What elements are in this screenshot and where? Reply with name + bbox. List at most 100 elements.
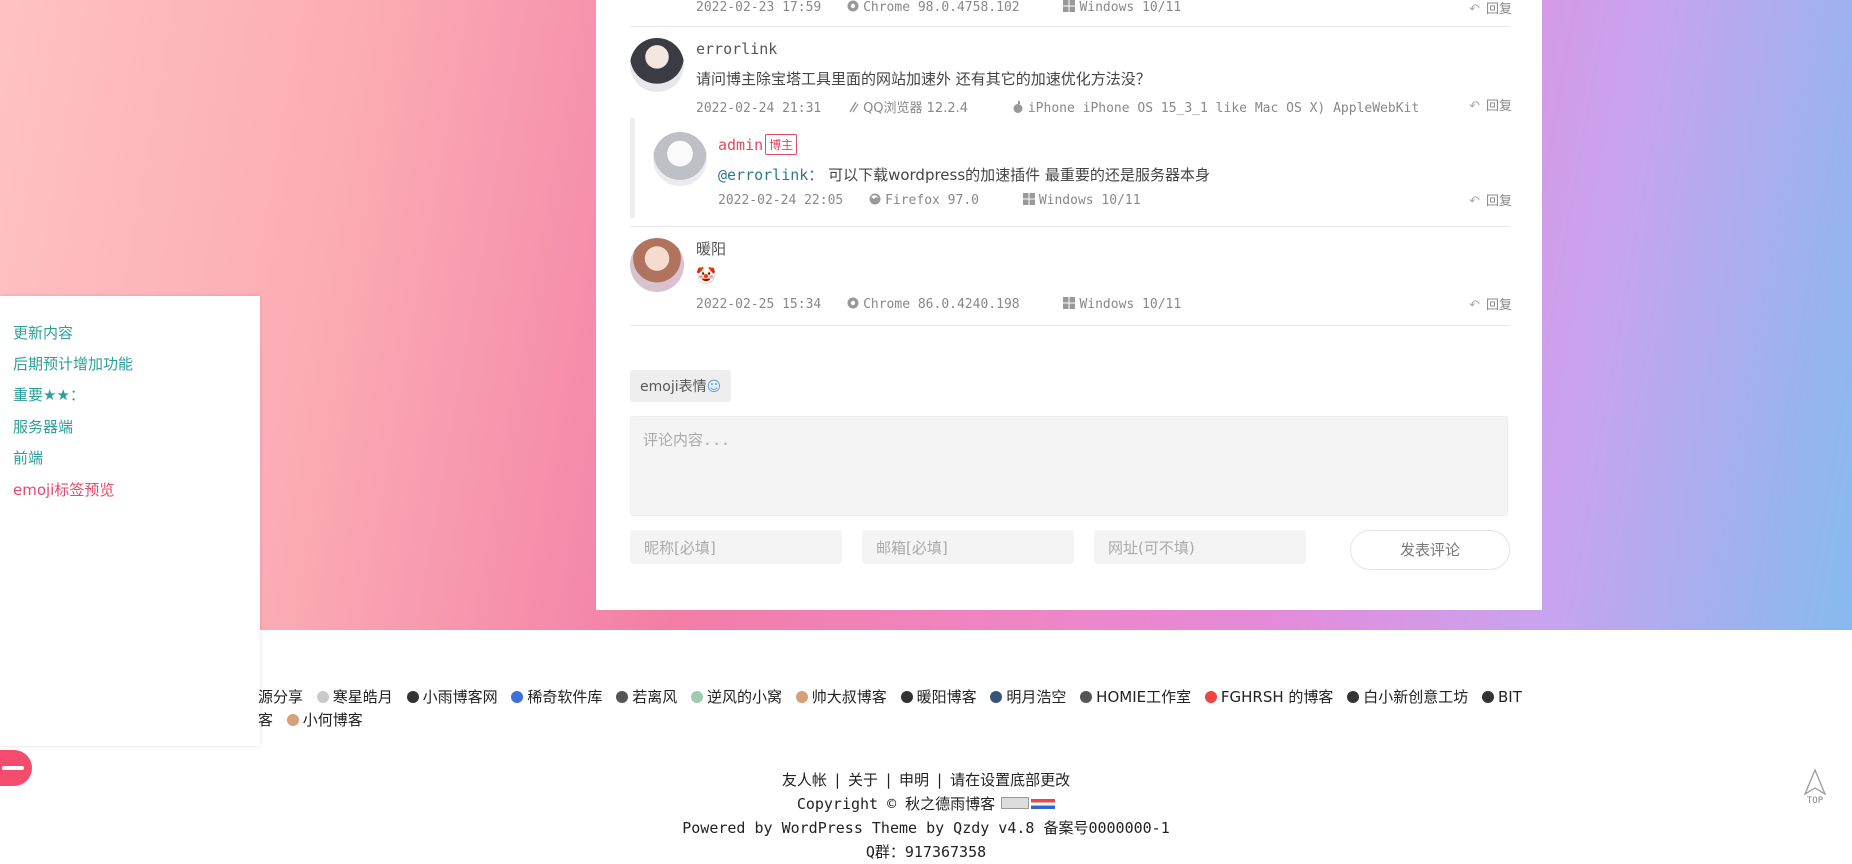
cnzz-badge-icon[interactable] — [1001, 797, 1030, 809]
friend-links-row: 客 小何博客 — [258, 709, 1578, 732]
site-favicon — [1347, 691, 1360, 703]
avatar[interactable] — [653, 132, 707, 186]
site-favicon — [616, 691, 629, 703]
site-footer: 友人帐 | 关于 | 申明 | 请在设置底部更改 Copyright © 秋之德雨博客 Po… — [0, 768, 1852, 864]
site-favicon — [690, 691, 703, 703]
toc-item-active[interactable]: emoji标签预览 — [13, 479, 114, 500]
apple-icon — [1013, 101, 1023, 113]
reply-button[interactable]: ↶ 回复 — [1469, 95, 1512, 114]
site-favicon — [406, 691, 419, 703]
site-favicon — [1482, 691, 1494, 703]
friend-link[interactable]: 逆风的小窝 — [690, 688, 782, 706]
toc-item[interactable]: 重要★★： — [13, 384, 85, 405]
footer-link[interactable]: 友人帐 — [782, 771, 827, 789]
footer-link[interactable]: 请在设置底部更改 — [950, 771, 1070, 789]
reply-button[interactable]: ↶ 回复 — [1469, 190, 1512, 209]
site-favicon — [795, 691, 808, 703]
comment-author[interactable]: 暖阳 — [696, 238, 726, 259]
comment-text: 请问博主除宝塔工具里面的网站加速外 还有其它的加速优化方法没？ — [696, 70, 1151, 88]
comment-os: iPhone iPhone OS 15_3_1 like Mac OS X) A… — [1012, 101, 1437, 116]
mention-link[interactable]: @errorlink： — [718, 166, 823, 184]
friend-link[interactable]: 小雨博客网 — [406, 688, 498, 706]
comment-time: 2022-02-25 15:34 — [696, 297, 822, 312]
reply-button[interactable]: ↶ 回复 — [1469, 0, 1512, 17]
windows-icon — [1022, 193, 1035, 205]
toc-item[interactable]: 服务器端 — [13, 416, 73, 437]
comment-meta: 2022-02-23 17:59 Chrome 98.0.4758.102 Wi… — [696, 0, 1217, 15]
friend-link[interactable]: 帅大叔博客 — [795, 688, 887, 706]
submit-comment-button[interactable]: 发表评论 — [1350, 530, 1510, 570]
comment-author[interactable]: admin 博主 — [718, 134, 798, 155]
comment-text: @errorlink： 可以下载wordpress的加速插件 最重要的还是服务器… — [718, 166, 1210, 184]
friend-links-row: 源分享 寒星皓月 小雨博客网 稀奇软件库 若离风 逆风的小窝 帅大叔博客 暖阳博… — [258, 686, 1578, 709]
avatar[interactable] — [630, 238, 684, 292]
comment-author[interactable]: errorlink — [696, 40, 777, 58]
toc-item[interactable]: 更新内容 — [13, 322, 73, 343]
qq-group: Q群：917367358 — [865, 843, 987, 861]
comment-divider — [630, 26, 1510, 27]
friend-link[interactable]: 稀奇软件库 — [511, 688, 602, 706]
chrome-icon — [847, 297, 859, 309]
top-label: TOP — [1806, 796, 1824, 806]
chrome-icon — [847, 0, 859, 12]
friend-link[interactable]: 明月浩空 — [990, 688, 1066, 706]
comment-time: 2022-02-24 21:31 — [696, 101, 822, 116]
reply-button[interactable]: ↶ 回复 — [1469, 294, 1512, 313]
friend-links: 源分享 寒星皓月 小雨博客网 稀奇软件库 若离风 逆风的小窝 帅大叔博客 暖阳博… — [258, 686, 1578, 732]
comment-meta: 2022-02-24 22:05 Firefox 97.0 Windows 10… — [718, 193, 1177, 208]
reply-thread-bar — [630, 118, 635, 218]
reply-icon: ↶ — [1469, 99, 1480, 114]
friend-link[interactable]: 暖阳博客 — [900, 688, 977, 706]
friend-link[interactable]: 若离风 — [616, 688, 677, 706]
comment-browser: Firefox 97.0 — [869, 193, 997, 208]
qq-browser-icon — [849, 101, 859, 113]
firefox-icon — [869, 193, 881, 205]
comment-os: Windows 10/11 — [1063, 297, 1199, 312]
site-favicon — [1204, 691, 1217, 703]
email-field[interactable]: 邮箱[必填] — [862, 530, 1074, 564]
url-field[interactable]: 网址(可不填) — [1094, 530, 1306, 564]
friend-link[interactable]: HOMIE工作室 — [1080, 688, 1191, 706]
friend-link[interactable]: 客 — [258, 711, 273, 729]
powered-by: Powered by WordPress Theme by Qzdy v4.8 … — [682, 819, 1170, 837]
friend-link[interactable]: 小何博客 — [286, 711, 363, 729]
comment-content-input[interactable]: 评论内容... — [630, 416, 1508, 516]
comment-meta: 2022-02-25 15:34 Chrome 86.0.4240.198 Wi… — [696, 297, 1217, 312]
comment-time: 2022-02-23 17:59 — [696, 0, 822, 15]
footer-link[interactable]: 关于 — [848, 771, 878, 789]
comment-browser: Chrome 86.0.4240.198 — [847, 297, 1038, 312]
site-favicon — [990, 691, 1003, 703]
comment-meta: 2022-02-24 21:31 QQ浏览器 12.2.4 iPhone iPh… — [696, 97, 1455, 116]
windows-icon — [1063, 0, 1076, 12]
comment-emoji: 🤡 — [696, 266, 716, 285]
friend-link[interactable]: 源分享 — [258, 688, 303, 706]
reply-icon: ↶ — [1469, 298, 1480, 313]
avatar[interactable] — [630, 38, 684, 92]
author-badge: 博主 — [765, 134, 798, 155]
windows-icon — [1063, 297, 1076, 309]
smile-icon: ☺ — [706, 379, 722, 395]
copyright: Copyright © 秋之德雨博客 — [0, 792, 1852, 816]
friend-link[interactable]: FGHRSH 的博客 — [1204, 688, 1333, 706]
site-favicon — [900, 691, 913, 703]
back-to-top-button[interactable]: TOP — [1800, 768, 1830, 806]
footer-nav: 友人帐 | 关于 | 申明 | 请在设置底部更改 — [781, 771, 1071, 789]
comment-browser: QQ浏览器 12.2.4 — [847, 101, 986, 116]
toc-item[interactable]: 前端 — [13, 447, 43, 468]
rocket-icon — [1803, 768, 1827, 796]
friend-link[interactable]: BIT — [1482, 688, 1522, 706]
comments-panel: 2022-02-23 17:59 Chrome 98.0.4758.102 Wi… — [596, 0, 1542, 610]
friend-link[interactable]: 白小新创意工坊 — [1347, 688, 1468, 706]
comment-browser: Chrome 98.0.4758.102 — [847, 0, 1038, 15]
toc-item[interactable]: 后期预计增加功能 — [13, 353, 133, 374]
emoji-button[interactable]: emoji表情☺ — [630, 370, 732, 402]
comment-divider — [630, 325, 1510, 326]
site-favicon — [286, 714, 299, 726]
footer-link[interactable]: 申明 — [899, 771, 929, 789]
comment-os: Windows 10/11 — [1063, 0, 1199, 15]
comment-divider — [630, 226, 1510, 227]
reply-icon: ↶ — [1469, 194, 1480, 209]
flag-badge-icon[interactable] — [1031, 799, 1056, 809]
friend-link[interactable]: 寒星皓月 — [316, 688, 393, 706]
nickname-field[interactable]: 昵称[必填] — [630, 530, 842, 564]
